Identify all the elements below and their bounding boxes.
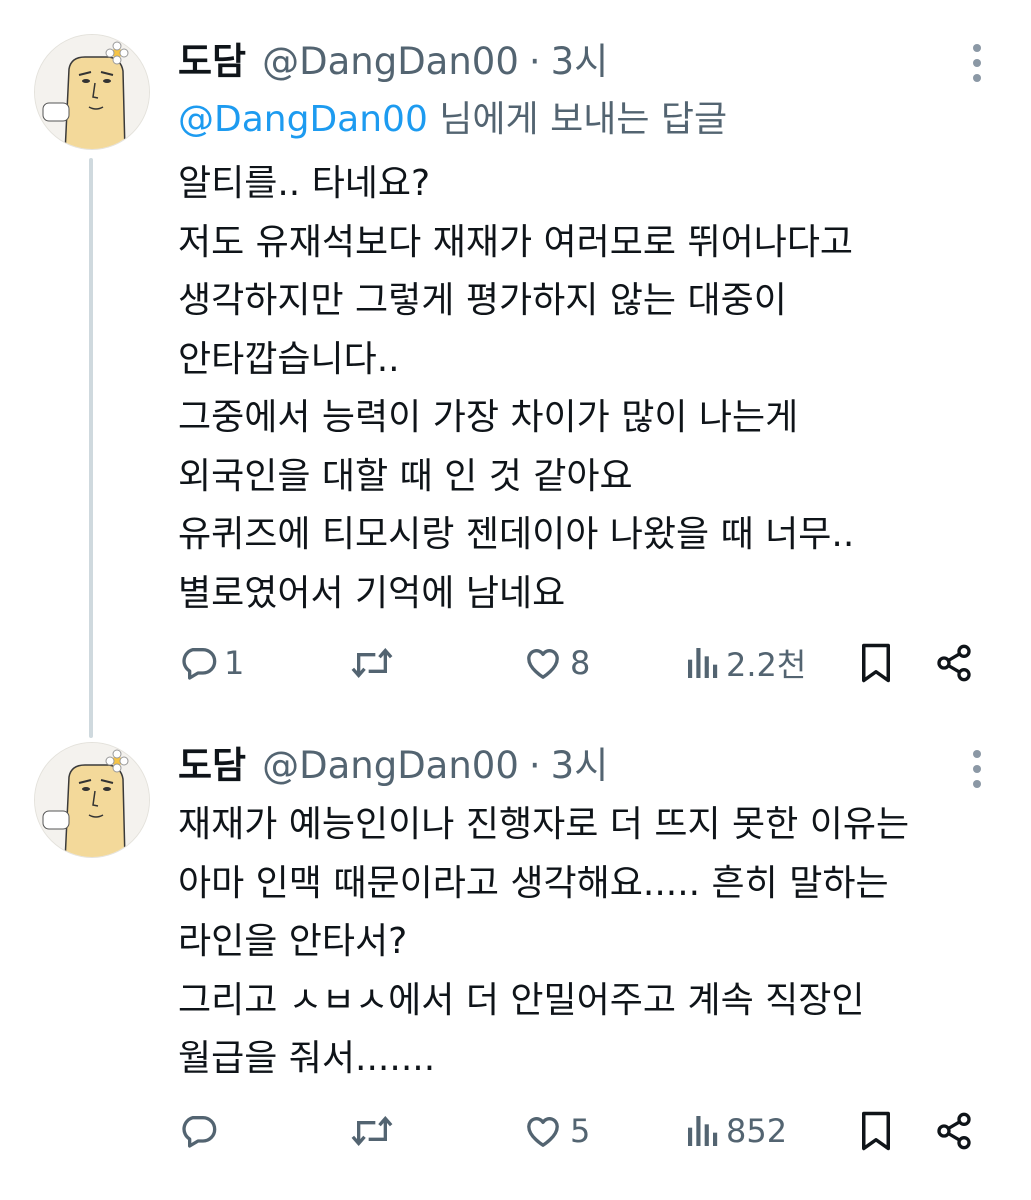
tweet-text-line: 월급을 줘서....... — [178, 1038, 436, 1079]
tweet-actions: 1 8 2.2천 — [178, 638, 978, 688]
bookmark-icon — [862, 643, 890, 683]
user-handle[interactable]: @DangDan00 — [262, 40, 519, 84]
tweet-text: 재재가 예능인이나 진행자로 더 뜨지 못한 이유는 아마 인맥 때문이라고 생… — [178, 796, 998, 1089]
thread-line — [89, 158, 93, 738]
more-vertical-icon[interactable] — [971, 750, 983, 788]
tweet-text-line: 유퀴즈에 티모시랑 젠데이아 나왔을 때 너무.. — [178, 514, 855, 555]
timestamp[interactable]: 3시 — [551, 744, 609, 788]
reply-mention-link[interactable]: @DangDan00 — [178, 99, 428, 140]
bookmark-button[interactable] — [858, 638, 894, 688]
avatar-illustration — [35, 743, 149, 857]
display-name[interactable]: 도담 — [178, 40, 246, 84]
share-button[interactable] — [934, 638, 974, 688]
bookmark-icon — [862, 1111, 890, 1151]
reply-icon — [182, 648, 217, 680]
tweet-actions: 5 852 — [178, 1106, 978, 1156]
avatar-illustration — [35, 35, 149, 149]
like-count: 8 — [570, 644, 591, 682]
tweet-text-line: 저도 유재석보다 재재가 여러모로 뛰어나다고 — [178, 221, 854, 263]
avatar[interactable] — [34, 34, 150, 150]
tweet-text-line: 아마 인맥 때문이라고 생각해요..... 흔히 말하는 — [178, 862, 889, 904]
tweet: 도담 @DangDan00 · 3시 재재가 예능인이나 진행자로 더 뜨지 못… — [0, 720, 1031, 1200]
separator-dot: · — [528, 744, 541, 787]
retweet-icon — [351, 1115, 393, 1147]
user-handle[interactable]: @DangDan00 — [262, 744, 519, 788]
like-button[interactable]: 8 — [522, 638, 590, 688]
retweet-button[interactable] — [350, 1106, 400, 1156]
view-count: 852 — [726, 1112, 788, 1150]
reply-button[interactable]: 1 — [178, 638, 244, 688]
tweet-text-line: 생각하지만 그렇게 평가하지 않는 대중이 — [178, 280, 787, 321]
tweet-text-line: 별로였어서 기억에 남네요 — [178, 572, 566, 614]
tweet-text-line: 알티를.. 타네요? — [178, 163, 431, 204]
reply-icon — [182, 1116, 217, 1148]
tweet: 도담 @DangDan00 · 3시 @DangDan00 님에게 보내는 답글… — [0, 0, 1031, 738]
more-vertical-icon[interactable] — [971, 44, 983, 82]
bookmark-button[interactable] — [858, 1106, 894, 1156]
views-icon — [688, 648, 718, 678]
tweet-header: 도담 @DangDan00 · 3시 — [178, 744, 608, 788]
heart-icon — [527, 649, 559, 679]
tweet-text-line: 그중에서 능력이 가장 차이가 많이 나는게 — [178, 397, 799, 438]
reply-button[interactable] — [178, 1106, 224, 1156]
tweet-header: 도담 @DangDan00 · 3시 — [178, 40, 608, 84]
timestamp[interactable]: 3시 — [551, 40, 609, 84]
tweet-text-line: 그리고 ㅅㅂㅅ에서 더 안밀어주고 계속 직장인 — [178, 979, 865, 1021]
like-button[interactable]: 5 — [522, 1106, 590, 1156]
heart-icon — [527, 1117, 559, 1147]
views-icon — [688, 1116, 718, 1146]
view-count: 2.2천 — [726, 646, 807, 684]
replying-to-text: 님에게 보내는 답글 — [427, 99, 728, 140]
tweet-text-line: 라인을 안타서? — [178, 921, 408, 962]
views-button[interactable]: 2.2천 — [686, 638, 806, 688]
share-button[interactable] — [934, 1106, 974, 1156]
tweet-text: 알티를.. 타네요? 저도 유재석보다 재재가 여러모로 뛰어나다고 생각하지만… — [178, 155, 998, 623]
retweet-button[interactable] — [350, 638, 400, 688]
tweet-text-line: 외국인을 대할 때 인 것 같아요 — [178, 455, 633, 497]
tweet-text-line: 재재가 예능인이나 진행자로 더 뜨지 못한 이유는 — [178, 804, 910, 845]
reply-count: 1 — [224, 644, 245, 682]
tweet-text-line: 안타깝습니다.. — [178, 338, 400, 380]
views-button[interactable]: 852 — [686, 1106, 787, 1156]
separator-dot: · — [528, 40, 541, 83]
display-name[interactable]: 도담 — [178, 744, 246, 788]
replying-to: @DangDan00 님에게 보내는 답글 — [178, 98, 727, 142]
share-icon — [937, 644, 971, 682]
retweet-icon — [351, 647, 393, 679]
share-icon — [937, 1112, 971, 1150]
like-count: 5 — [570, 1112, 591, 1150]
avatar[interactable] — [34, 742, 150, 858]
